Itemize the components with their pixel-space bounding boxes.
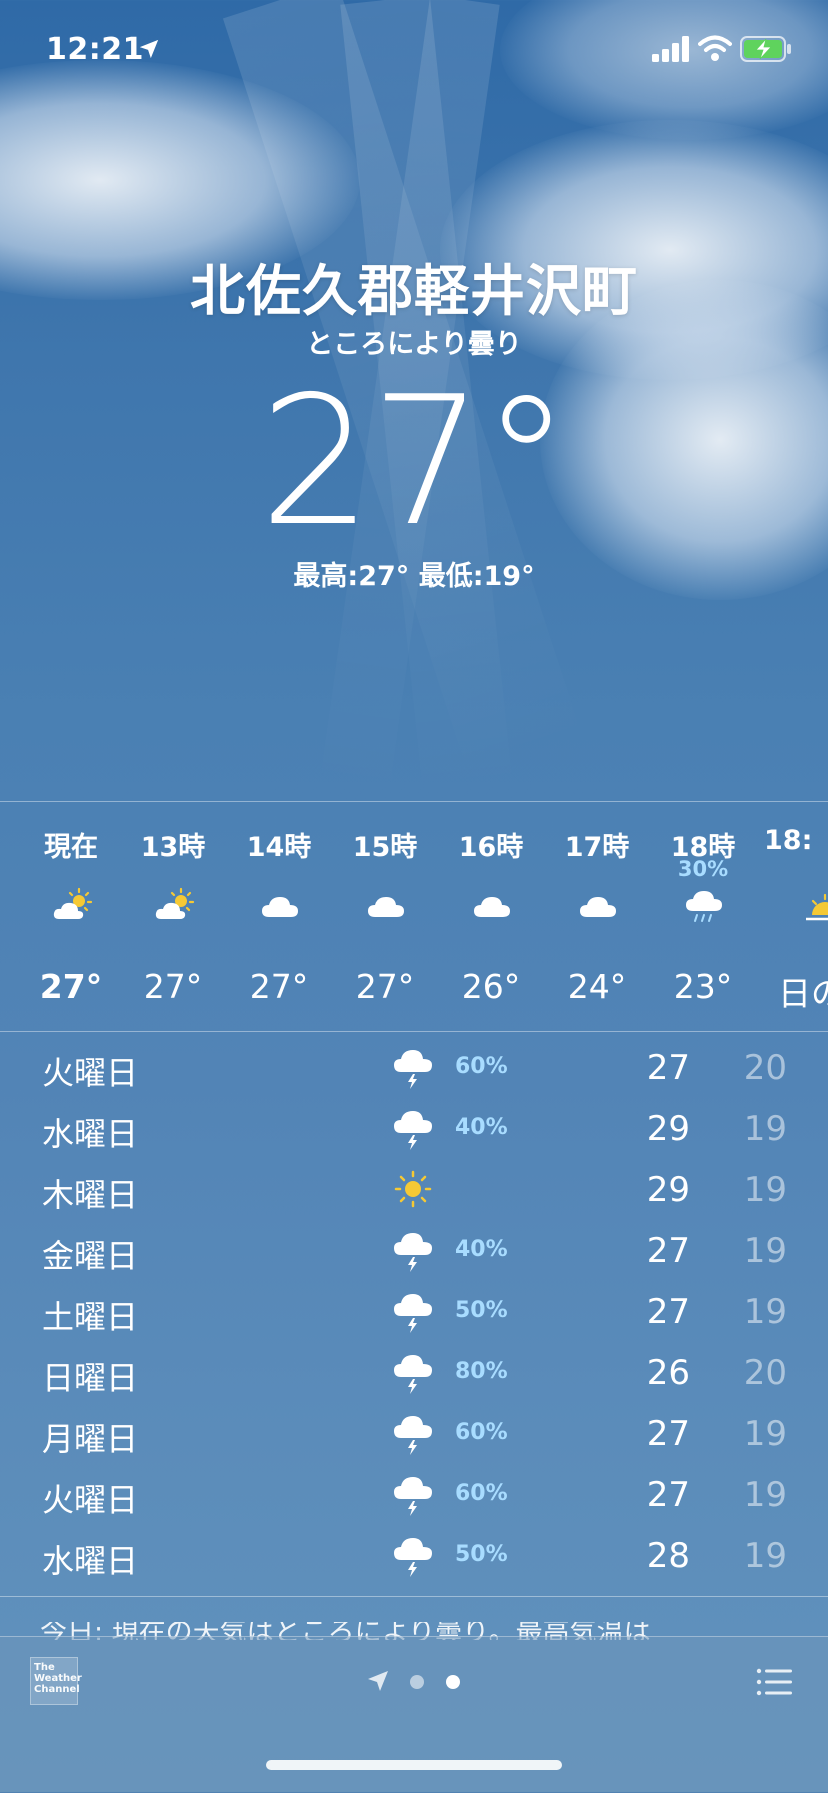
thunderstorm-icon (394, 1294, 432, 1333)
location-arrow-icon[interactable] (366, 1669, 390, 1693)
daily-row: 土曜日 50% 27 19 (0, 1284, 828, 1345)
day-precip: 50% (455, 1298, 508, 1323)
list-icon[interactable] (756, 1667, 792, 1697)
day-high: 26 (646, 1353, 690, 1393)
day-name: 水曜日 (42, 1542, 139, 1580)
hourly-forecast[interactable]: 現在 27° 13時 27° 14時 27° 15時 27° 16時 26° 1… (0, 803, 828, 1031)
day-high: 29 (646, 1170, 690, 1210)
hour-temp: 27° (39, 967, 103, 1006)
hour-temp: 24° (567, 967, 627, 1006)
partly-sunny-icon (53, 887, 93, 919)
day-low: 19 (743, 1475, 787, 1515)
high-low-temps: 最高:27° 最低:19° (293, 561, 535, 592)
logo-text: The Weather Channel (34, 1662, 82, 1695)
hour-temp: 23° (673, 967, 733, 1006)
thunderstorm-icon (394, 1477, 432, 1516)
day-high: 27 (646, 1231, 690, 1271)
partly-sunny-icon (155, 887, 195, 919)
page-indicator-dot[interactable] (410, 1675, 424, 1689)
cloud-icon (262, 897, 298, 917)
thunderstorm-icon (394, 1355, 432, 1394)
day-name: 水曜日 (42, 1115, 139, 1153)
signal-icon (652, 36, 689, 62)
hour-temp: 27° (249, 967, 309, 1006)
hour-label: 17時 (564, 832, 630, 863)
hour-temp: 26° (461, 967, 521, 1006)
day-high: 27 (646, 1292, 690, 1332)
day-precip: 60% (455, 1420, 508, 1445)
wifi-icon (698, 35, 732, 61)
thunderstorm-icon (394, 1233, 432, 1272)
daily-row: 日曜日 80% 26 20 (0, 1345, 828, 1406)
daily-row: 木曜日 29 19 (0, 1162, 828, 1223)
current-condition: ところにより曇り (306, 329, 522, 360)
sunset-icon (806, 893, 828, 921)
day-name: 木曜日 (42, 1176, 139, 1214)
thunderstorm-icon (394, 1538, 432, 1577)
day-low: 19 (743, 1170, 787, 1210)
day-low: 19 (743, 1292, 787, 1332)
hour-temp: 日の (778, 974, 828, 1013)
hour-temp: 27° (143, 967, 203, 1006)
cloud-icon (580, 897, 616, 917)
cloud-icon (368, 897, 404, 917)
day-name: 日曜日 (42, 1359, 139, 1397)
day-name: 土曜日 (42, 1298, 139, 1336)
hour-temp: 27° (355, 967, 415, 1006)
day-low: 20 (743, 1048, 787, 1088)
day-low: 19 (743, 1109, 787, 1149)
divider (0, 1596, 828, 1597)
divider (0, 801, 828, 802)
day-name: 月曜日 (42, 1420, 139, 1458)
day-name: 金曜日 (42, 1237, 139, 1275)
daily-row: 水曜日 50% 28 19 (0, 1528, 828, 1589)
hour-precip: 30% (677, 857, 729, 881)
hour-label: 15時 (352, 832, 418, 863)
day-name: 火曜日 (42, 1481, 139, 1519)
thunderstorm-icon (394, 1416, 432, 1455)
weather-channel-logo[interactable]: The Weather Channel (30, 1657, 82, 1705)
hour-label: 16時 (458, 832, 524, 863)
day-precip: 80% (455, 1359, 508, 1384)
day-high: 27 (646, 1048, 690, 1088)
location-arrow-icon (139, 39, 159, 59)
hour-label: 14時 (246, 832, 312, 863)
current-temperature: 27° (259, 358, 571, 565)
cloud-icon (474, 897, 510, 917)
page-indicator-dot-active[interactable] (446, 1675, 460, 1689)
daily-row: 火曜日 60% 27 20 (0, 1040, 828, 1101)
divider (0, 1031, 828, 1032)
daily-row: 金曜日 40% 27 19 (0, 1223, 828, 1284)
day-low: 20 (743, 1353, 787, 1393)
day-precip: 60% (455, 1481, 508, 1506)
hour-label: 13時 (140, 832, 206, 863)
day-precip: 60% (455, 1054, 508, 1079)
day-low: 19 (743, 1536, 787, 1576)
daily-row: 水曜日 40% 29 19 (0, 1101, 828, 1162)
city-name: 北佐久郡軽井沢町 (189, 259, 638, 323)
thunderstorm-icon (394, 1050, 432, 1089)
day-low: 19 (743, 1414, 787, 1454)
day-precip: 50% (455, 1542, 508, 1567)
sun-icon (394, 1170, 432, 1208)
status-bar: 12:21 (0, 0, 828, 100)
battery-charging-icon (740, 36, 791, 62)
day-high: 27 (646, 1475, 690, 1515)
day-name: 火曜日 (42, 1054, 139, 1092)
day-low: 19 (743, 1231, 787, 1271)
thunderstorm-icon (394, 1111, 432, 1150)
rain-cloud-icon (686, 891, 722, 922)
daily-row: 月曜日 60% 27 19 (0, 1406, 828, 1467)
home-indicator[interactable] (266, 1760, 562, 1770)
clock: 12:21 (46, 32, 144, 67)
daily-row: 火曜日 60% 27 19 (0, 1467, 828, 1528)
day-precip: 40% (455, 1237, 508, 1262)
day-high: 29 (646, 1109, 690, 1149)
hour-label: 18: (764, 825, 813, 856)
day-precip: 40% (455, 1115, 508, 1140)
day-high: 27 (646, 1414, 690, 1454)
day-high: 28 (646, 1536, 690, 1576)
hour-label: 現在 (44, 832, 98, 863)
